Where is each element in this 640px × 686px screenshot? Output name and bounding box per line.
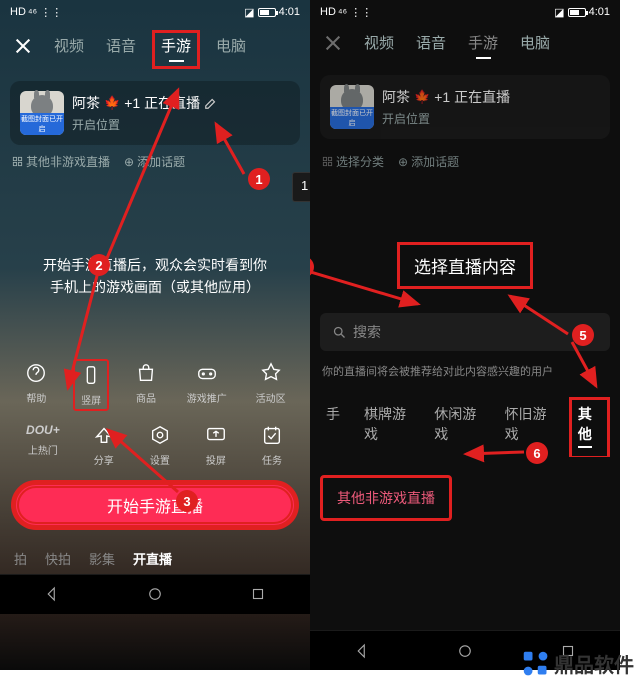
category-chip[interactable]: 选择分类: [322, 153, 384, 170]
tab-video[interactable]: 视频: [364, 32, 394, 53]
result-item[interactable]: 其他非游戏直播: [320, 475, 452, 521]
tab-mobile[interactable]: 手游: [161, 35, 191, 56]
tab-live[interactable]: 开直播: [133, 549, 172, 568]
cat-retro[interactable]: 怀旧游戏: [505, 404, 551, 444]
cat-partial[interactable]: 手: [326, 404, 340, 424]
watermark: 鼎品软件: [522, 649, 634, 678]
nav-recent-icon[interactable]: [249, 585, 267, 603]
search-input[interactable]: 搜索: [320, 313, 610, 351]
tab-mobile[interactable]: 手游: [468, 32, 498, 53]
zone-button[interactable]: 活动区: [256, 361, 286, 409]
cat-qipai[interactable]: 棋牌游戏: [364, 404, 410, 444]
top-tabs: 视频 语音 手游 电脑: [0, 24, 310, 67]
leaf-icon: 🍁: [104, 95, 120, 111]
close-icon[interactable]: [324, 34, 342, 52]
nav-home-icon[interactable]: [146, 585, 164, 603]
step-badge-6: 6: [526, 442, 548, 464]
topic-chip[interactable]: ⊕添加话题: [124, 153, 185, 170]
nav-bar: [0, 574, 310, 614]
tab-voice[interactable]: 语音: [106, 35, 136, 56]
promote-button[interactable]: 游戏推广: [187, 361, 227, 409]
step-badge-4: 4: [310, 256, 314, 278]
category-chip[interactable]: 其他非游戏直播: [12, 153, 110, 170]
left-phone: HD⁴⁶ ⋮⋮ ◪4:01 视频 语音 手游 电脑 截图封面已开启 阿茶🍁+1正…: [0, 0, 310, 670]
status-bar-right: HD⁴⁶ ⋮⋮ ◪4:01: [310, 0, 620, 24]
step-badge-1: 1: [248, 168, 270, 190]
edit-icon[interactable]: [204, 96, 218, 110]
nav-back-icon[interactable]: [353, 642, 371, 660]
location-toggle[interactable]: 开启位置: [72, 116, 218, 133]
topic-chip[interactable]: ⊕添加话题: [398, 153, 459, 170]
helper-text: 你的直播间将会被推荐给对此内容感兴趣的用户: [322, 363, 608, 379]
stream-title[interactable]: 阿茶🍁+1正在直播: [72, 93, 218, 113]
start-stream-button[interactable]: 开始手游直播: [14, 483, 296, 527]
shop-button[interactable]: 商品: [134, 361, 158, 409]
float-input[interactable]: 1: [292, 172, 310, 202]
stream-card[interactable]: 截图封面已开启 阿茶🍁+1正在直播 开启位置: [10, 81, 300, 145]
icon-row-2: DOU+上热门 分享 设置 投屏 任务: [10, 423, 300, 467]
right-phone: HD⁴⁶ ⋮⋮ ◪4:01 视频 语音 手游 电脑 截图封面已开启 阿茶🍁+1正…: [310, 0, 620, 670]
step-badge-5: 5: [572, 324, 594, 346]
nav-back-icon[interactable]: [43, 585, 61, 603]
instruction-text: 开始手游直播后，观众会实时看到你 手机上的游戏画面（或其他应用）: [22, 254, 288, 299]
share-button[interactable]: 分享: [92, 423, 116, 467]
nav-home-icon[interactable]: [456, 642, 474, 660]
settings-button[interactable]: 设置: [148, 423, 172, 467]
task-button[interactable]: 任务: [260, 423, 284, 467]
icon-row-1: 帮助 竖屏 商品 游戏推广 活动区: [10, 361, 300, 409]
bottom-tabs: 拍 快拍 影集 开直播: [0, 543, 310, 574]
tab-ying[interactable]: 影集: [89, 549, 115, 568]
tab-pai[interactable]: 拍: [14, 549, 27, 568]
top-tabs-right: 视频 语音 手游 电脑: [310, 24, 620, 61]
cat-casual[interactable]: 休闲游戏: [434, 404, 480, 444]
dou-icon: DOU+: [26, 423, 60, 437]
step-badge-2: 2: [88, 254, 110, 276]
status-bar: HD⁴⁶ ⋮⋮ ◪4:01: [0, 0, 310, 24]
cat-other[interactable]: 其他: [578, 406, 592, 442]
portrait-button[interactable]: 竖屏: [73, 359, 109, 411]
stream-card-dim: 截图封面已开启 阿茶🍁+1正在直播 开启位置: [320, 75, 610, 139]
tab-pc[interactable]: 电脑: [520, 32, 550, 53]
cover-thumbnail[interactable]: 截图封面已开启: [20, 91, 64, 135]
tab-pc[interactable]: 电脑: [216, 35, 246, 56]
tab-kuai[interactable]: 快拍: [45, 549, 71, 568]
tab-video[interactable]: 视频: [54, 35, 84, 56]
search-icon: [332, 325, 347, 340]
section-title: 选择直播内容: [397, 242, 533, 289]
step-badge-3: 3: [176, 490, 198, 512]
watermark-logo-icon: [522, 650, 550, 678]
tab-voice[interactable]: 语音: [416, 32, 446, 53]
close-icon[interactable]: [14, 37, 32, 55]
thumb-badge: 截图封面已开启: [20, 113, 64, 135]
category-row: 手 棋牌游戏 休闲游戏 怀旧游戏 其他: [310, 385, 620, 457]
cover-thumbnail[interactable]: 截图封面已开启: [330, 85, 374, 129]
cast-button[interactable]: 投屏: [204, 423, 228, 467]
help-button[interactable]: 帮助: [24, 361, 48, 409]
dou-button[interactable]: DOU+上热门: [26, 423, 60, 467]
